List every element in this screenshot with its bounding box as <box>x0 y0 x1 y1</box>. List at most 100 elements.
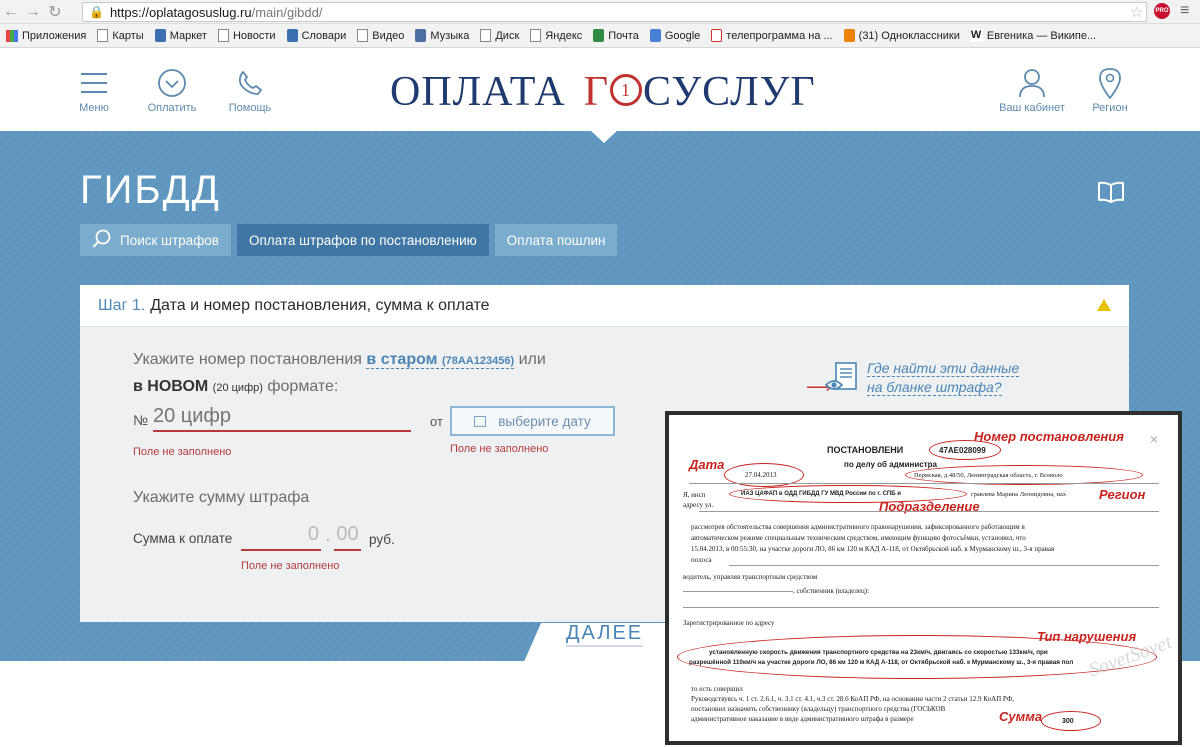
doc-postanovil: постановил назначить собственнику (владе… <box>691 705 946 713</box>
mail-icon <box>593 29 605 42</box>
url-path: /main/gibdd/ <box>251 4 323 20</box>
doc-registered: Зарегистрированное по адресу <box>683 619 775 627</box>
bookmark-dictionaries[interactable]: Словари <box>286 29 346 42</box>
bookmark-news[interactable]: Новости <box>217 29 276 42</box>
region-label: Регион <box>1092 102 1128 114</box>
address-bar[interactable]: 🔒 https://oplatagosuslug.ru/main/gibdd/ <box>82 2 1147 22</box>
number-prefix: № <box>133 412 149 428</box>
back-icon[interactable]: ← <box>0 1 22 23</box>
bookmark-video[interactable]: Видео <box>357 29 404 42</box>
bookmark-maps[interactable]: Карты <box>97 29 144 42</box>
bookmark-music[interactable]: Музыка <box>415 29 469 42</box>
bookmark-ok[interactable]: (31) Одноклассники <box>843 29 960 42</box>
user-icon <box>997 67 1067 99</box>
bookmark-google[interactable]: Google <box>649 29 700 42</box>
browser-toolbar: ← → ↻ 🔒 https://oplatagosuslug.ru/main/g… <box>0 0 1200 24</box>
music-icon <box>415 29 427 42</box>
tab-pay-by-resolution[interactable]: Оплата штрафов по постановлению <box>236 224 489 256</box>
menu-icon <box>59 67 129 99</box>
browser-menu-icon[interactable]: ≡ <box>1180 2 1189 20</box>
sum-oval <box>1041 711 1101 731</box>
wikipedia-icon: W <box>970 29 983 42</box>
sum-error: Поле не заполнено <box>241 560 340 572</box>
help-button[interactable]: Помощь <box>215 67 285 114</box>
doc-body-1: рассмотрев обстоятельства совершения адм… <box>691 523 1025 531</box>
sum-kopecks-input[interactable]: 00 <box>334 523 361 551</box>
menu-button[interactable]: Меню <box>59 67 129 114</box>
cabinet-button[interactable]: Ваш кабинет <box>997 67 1067 114</box>
chevron-down-circle-icon <box>137 67 207 99</box>
apps-icon <box>6 29 18 42</box>
region-oval <box>905 465 1143 485</box>
page-icon <box>530 29 542 42</box>
doc-rukov: Руководствуясь ч. 1 ст. 2.6.1, ч. 3.1 ст… <box>691 695 1014 703</box>
close-icon: × <box>1149 431 1158 447</box>
doc-body-2: автоматическом режиме специальным технич… <box>691 534 1026 542</box>
bookmark-star-icon[interactable]: ☆ <box>1130 3 1143 21</box>
tab-pay-duties[interactable]: Оплата пошлин <box>494 224 618 256</box>
market-icon <box>154 29 166 42</box>
sum-hint: Укажите сумму штрафа <box>133 489 310 506</box>
forward-icon[interactable]: → <box>22 1 44 23</box>
sum-rubles-input[interactable]: 0 <box>241 523 321 551</box>
step-number: Шаг 1. <box>98 296 146 314</box>
odnoklassniki-icon <box>843 29 855 42</box>
book-icon[interactable] <box>1097 181 1125 208</box>
site-header: Меню Оплатить Помощь ОПЛАТА Г 1 СУСЛУГ В… <box>0 49 1200 131</box>
date-picker-button[interactable]: выберите дату <box>450 406 615 436</box>
search-icon <box>92 229 112 252</box>
doc-committed: то есть совершил <box>691 685 743 693</box>
doc-heading: ПОСТАНОВЛЕНИ <box>827 445 904 455</box>
pay-button[interactable]: Оплатить <box>137 67 207 114</box>
region-button[interactable]: Регион <box>1075 67 1145 114</box>
annotation-date: Дата <box>689 457 725 472</box>
step-title: Дата и номер постановления, сумма к опла… <box>150 296 490 314</box>
doc-subheading: по делу об администра <box>844 460 937 469</box>
step-header: Шаг 1. Дата и номер постановления, сумма… <box>80 285 1129 327</box>
url-host: https://oplatagosuslug.ru <box>109 4 252 20</box>
doc-body-4: полоса <box>691 556 712 564</box>
page-icon <box>357 29 369 42</box>
where-to-find-link[interactable]: Где найти эти данные на бланке штрафа? <box>867 359 1020 397</box>
location-pin-icon <box>1075 67 1145 99</box>
header-notch <box>590 130 618 143</box>
annotation-region: Регион <box>1099 487 1146 502</box>
sum-separator: . <box>325 524 331 546</box>
doc-inspector: Я, инсп <box>683 491 706 499</box>
number-error: Поле не заполнено <box>133 446 232 458</box>
tab-search-fines[interactable]: Поиск штрафов <box>80 224 231 256</box>
annotation-sum: Сумма <box>999 709 1043 724</box>
bookmark-apps[interactable]: Приложения <box>6 29 86 42</box>
reload-icon[interactable]: ↻ <box>44 1 66 23</box>
resolution-number-input[interactable] <box>153 402 411 432</box>
yandex-icon <box>711 29 723 42</box>
next-button[interactable]: ДАЛЕЕ <box>566 622 644 647</box>
doc-name: гравлева Марина Леонидовна, нах <box>971 491 1067 498</box>
page-icon <box>217 29 229 42</box>
pay-label: Оплатить <box>147 102 197 114</box>
google-icon <box>649 29 661 42</box>
currency-label: руб. <box>369 532 395 547</box>
sample-resolution-image: × ПОСТАНОВЛЕНИ 47АЕ028099 Номер постанов… <box>665 411 1182 745</box>
bookmark-mail[interactable]: Почта <box>593 29 639 42</box>
document-eye-icon[interactable] <box>824 361 860 400</box>
violation-oval <box>677 635 1157 679</box>
extension-icon[interactable]: PRO <box>1154 3 1170 19</box>
page-icon <box>480 29 492 42</box>
help-label: Помощь <box>228 102 272 114</box>
warning-icon <box>1097 299 1111 311</box>
bookmark-yandex[interactable]: Яндекс <box>530 29 582 42</box>
calendar-icon <box>474 415 487 427</box>
lock-icon: 🔒 <box>89 5 104 19</box>
annotation-number: Номер постановления <box>974 429 1124 444</box>
bookmark-market[interactable]: Маркет <box>154 29 207 42</box>
bookmark-tv[interactable]: телепрограмма на ... <box>711 29 833 42</box>
old-format-link[interactable]: в старом (78АА123456) <box>366 351 515 369</box>
doc-address-line: адресу ул. <box>683 501 714 509</box>
page-icon <box>97 29 109 42</box>
site-logo[interactable]: ОПЛАТА Г 1 СУСЛУГ <box>390 67 830 117</box>
doc-admin: административное наказание в виде админи… <box>691 715 914 723</box>
bookmark-wiki[interactable]: W Евгеника — Википе... <box>970 29 1096 42</box>
doc-body-3: 15.04.2013, в 00:55:30, на участке дорог… <box>691 545 1055 553</box>
bookmark-disk[interactable]: Диск <box>480 29 519 42</box>
